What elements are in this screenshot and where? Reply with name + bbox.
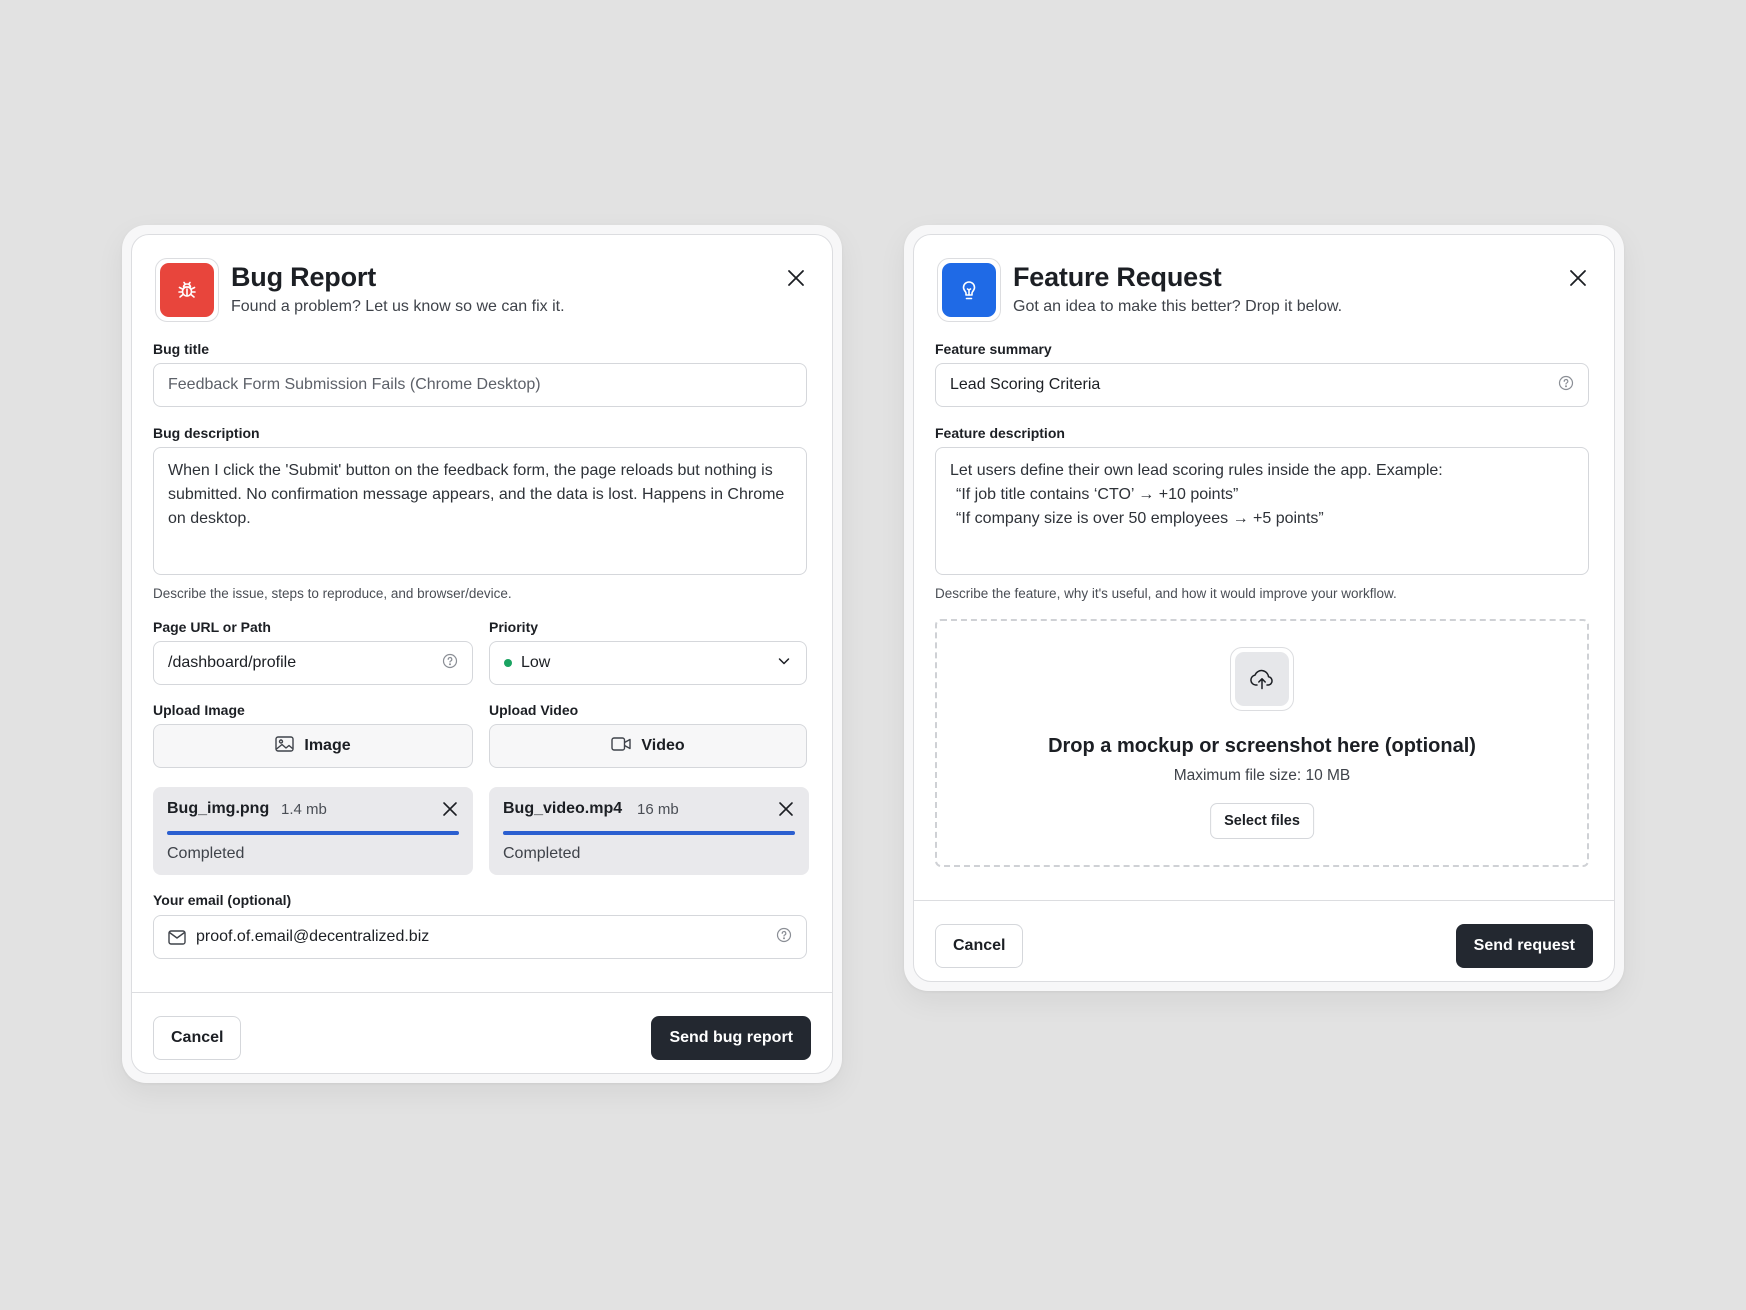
feature-summary-label: Feature summary [935,341,1052,357]
page-url-value: /dashboard/profile [168,654,297,671]
upload-progress-bar [167,831,459,835]
upload-image-button-label: Image [304,737,351,754]
description-line: Let users define their own lead scoring … [950,462,1443,479]
upload-progress-bar [503,831,795,835]
file-size: 1.4 mb [281,801,327,818]
file-size: 16 mb [637,801,679,818]
feature-request-app-icon [937,258,1001,322]
description-line: “If company size is over 50 employees → … [956,510,1324,527]
bug-report-app-icon [155,258,219,322]
bug-report-header: Bug Report Found a problem? Let us know … [155,258,809,322]
lightbulb-icon [942,263,996,317]
video-icon [611,736,632,757]
priority-status-dot [504,659,512,667]
image-icon [275,735,295,757]
feature-request-card: Feature Request Got an idea to make this… [913,234,1615,982]
send-bug-report-button[interactable]: Send bug report [651,1016,811,1060]
bug-description-hint: Describe the issue, steps to reproduce, … [153,586,512,601]
file-status: Completed [503,845,581,862]
feature-request-dialog: Feature Request Got an idea to make this… [904,225,1624,991]
page-url-label: Page URL or Path [153,619,271,635]
upload-image-button[interactable]: Image [153,724,473,768]
feature-summary-input[interactable]: Lead Scoring Criteria [935,363,1589,407]
dropzone-title: Drop a mockup or screenshot here (option… [1048,735,1476,757]
priority-label: Priority [489,619,539,635]
cancel-button[interactable]: Cancel [935,924,1024,968]
feature-description-hint: Describe the feature, why it's useful, a… [935,586,1397,601]
help-circle-icon[interactable] [776,927,792,948]
bug-description-textarea[interactable]: When I click the 'Submit' button on the … [153,447,807,575]
close-icon[interactable] [1565,265,1591,291]
email-label: Your email (optional) [153,892,292,908]
file-name: Bug_img.png [167,800,270,817]
remove-file-icon[interactable] [775,798,797,820]
upload-video-label: Upload Video [489,702,579,718]
feature-description-label: Feature description [935,425,1065,441]
upload-cloud-badge [1230,647,1294,711]
file-status: Completed [167,845,245,862]
upload-progress-track [503,831,795,835]
bug-title-placeholder: Feedback Form Submission Fails (Chrome D… [168,376,541,393]
upload-video-button[interactable]: Video [489,724,807,768]
bug-title-input[interactable]: Feedback Form Submission Fails (Chrome D… [153,363,807,407]
close-icon[interactable] [783,265,809,291]
page-url-input[interactable]: /dashboard/profile [153,641,473,685]
feature-request-title: Feature Request [1013,262,1222,292]
bug-report-subtitle: Found a problem? Let us know so we can f… [231,298,565,315]
upload-video-button-label: Video [641,737,685,754]
bug-icon [160,263,214,317]
dropzone-subtitle: Maximum file size: 10 MB [1173,767,1351,784]
send-request-button[interactable]: Send request [1455,924,1593,968]
select-files-button[interactable]: Select files [1210,803,1314,839]
feature-request-header: Feature Request Got an idea to make this… [937,258,1591,322]
uploaded-file-card: Bug_img.png 1.4 mb Completed [153,787,473,875]
mail-icon [168,929,186,945]
email-value: proof.of.email@decentralized.biz [196,928,430,945]
feature-request-subtitle: Got an idea to make this better? Drop it… [1013,298,1343,315]
help-circle-icon[interactable] [442,653,458,674]
footer-divider [132,992,832,993]
email-input[interactable]: proof.of.email@decentralized.biz [153,915,807,959]
upload-cloud-icon [1235,652,1289,706]
help-circle-icon[interactable] [1558,375,1574,396]
cancel-button[interactable]: Cancel [153,1016,242,1060]
bug-report-title: Bug Report [231,262,376,292]
upload-image-label: Upload Image [153,702,245,718]
remove-file-icon[interactable] [439,798,461,820]
chevron-down-icon [776,653,792,674]
priority-select[interactable]: Low [489,641,807,685]
footer-divider [914,900,1614,901]
description-line: “If job title contains ‘CTO’ → +10 point… [956,486,1239,503]
upload-progress-track [167,831,459,835]
bug-report-card: Bug Report Found a problem? Let us know … [131,234,833,1074]
bug-title-label: Bug title [153,341,209,357]
feature-summary-value: Lead Scoring Criteria [950,376,1101,393]
feature-description-textarea[interactable]: Let users define their own lead scoring … [935,447,1589,575]
uploaded-file-card: Bug_video.mp4 16 mb Completed [489,787,809,875]
priority-value: Low [521,654,551,671]
file-name: Bug_video.mp4 [503,800,623,817]
bug-description-label: Bug description [153,425,260,441]
bug-report-dialog: Bug Report Found a problem? Let us know … [122,225,842,1083]
file-dropzone[interactable]: Drop a mockup or screenshot here (option… [935,619,1589,867]
